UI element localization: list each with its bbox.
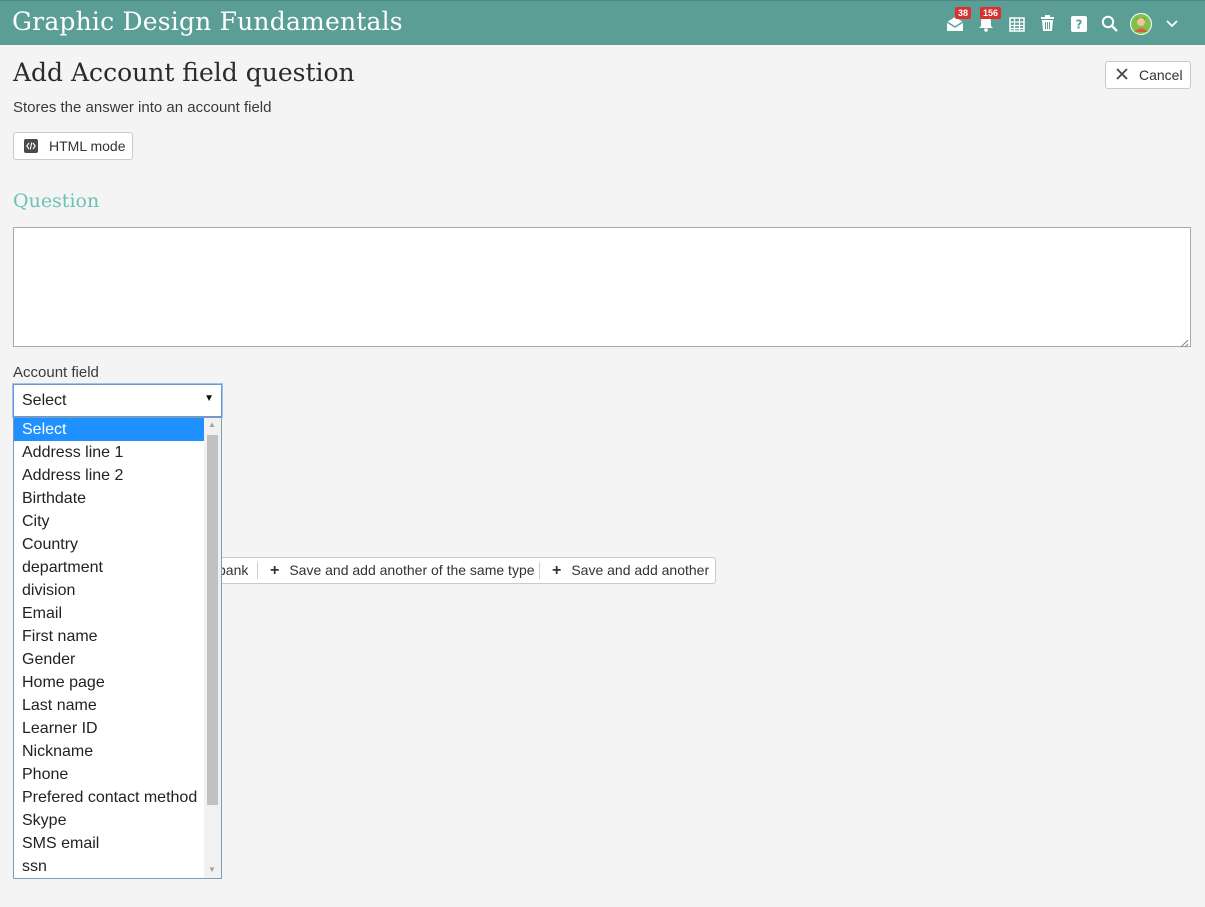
top-icons: 38 156 ?: [939, 1, 1187, 46]
calendar-icon: [1008, 16, 1025, 32]
html-mode-button[interactable]: HTML mode: [13, 132, 133, 160]
notifications-button[interactable]: 156: [970, 1, 1002, 46]
user-menu-toggle[interactable]: [1156, 1, 1187, 46]
svg-text:?: ?: [1075, 17, 1082, 31]
search-icon: [1101, 15, 1118, 32]
account-field-select[interactable]: Select ▼: [13, 384, 222, 417]
action-divider: [257, 562, 258, 579]
save-add-same-type-button[interactable]: + Save and add another of the same type: [270, 558, 535, 583]
plus-icon: +: [270, 562, 280, 579]
save-to-bank-label: bank: [218, 562, 249, 578]
page-title: Add Account field question: [13, 58, 355, 87]
account-field-option[interactable]: Select: [14, 418, 204, 441]
page-subtitle: Stores the answer into an account field: [13, 99, 272, 116]
scroll-thumb[interactable]: [207, 435, 218, 805]
app-title: Graphic Design Fundamentals: [12, 7, 403, 36]
account-field-option[interactable]: Skype: [14, 809, 204, 832]
account-field-option[interactable]: ssn: [14, 855, 204, 878]
account-field-option[interactable]: Address line 2: [14, 464, 204, 487]
save-add-another-label: Save and add another: [571, 562, 710, 578]
dropdown-arrow-icon: ▼: [204, 393, 214, 404]
calendar-button[interactable]: [1001, 1, 1032, 46]
help-button[interactable]: ?: [1063, 1, 1094, 46]
options-scrollbar[interactable]: ▲ ▼: [204, 418, 221, 878]
account-field-option[interactable]: department: [14, 556, 204, 579]
account-field-option[interactable]: Phone: [14, 763, 204, 786]
messages-badge: 38: [955, 7, 972, 19]
account-field-option[interactable]: Last name: [14, 694, 204, 717]
plus-icon: +: [552, 562, 562, 579]
account-field-selected-value: Select: [22, 392, 67, 409]
trash-icon: [1040, 15, 1055, 32]
account-field-option[interactable]: Birthdate: [14, 487, 204, 510]
account-field-option[interactable]: First name: [14, 625, 204, 648]
account-field-option[interactable]: Gender: [14, 648, 204, 671]
save-to-bank-button[interactable]: bank: [218, 558, 248, 583]
account-field-option[interactable]: Learner ID: [14, 717, 204, 740]
avatar: [1129, 12, 1152, 35]
account-field-option[interactable]: Prefered contact method: [14, 786, 204, 809]
trash-button[interactable]: [1032, 1, 1063, 46]
cancel-label: Cancel: [1139, 67, 1183, 83]
messages-button[interactable]: 38: [939, 1, 972, 46]
account-field-option[interactable]: Country: [14, 533, 204, 556]
chevron-down-icon: [1165, 19, 1178, 28]
user-menu-button[interactable]: [1125, 1, 1156, 46]
account-field-option[interactable]: SMS email: [14, 832, 204, 855]
action-divider: [539, 562, 540, 579]
account-field-option[interactable]: Home page: [14, 671, 204, 694]
cancel-button[interactable]: Cancel: [1105, 61, 1191, 89]
account-field-label: Account field: [13, 364, 99, 381]
question-textarea[interactable]: [13, 227, 1191, 347]
search-button[interactable]: [1094, 1, 1125, 46]
resize-grip-icon[interactable]: [1179, 335, 1204, 906]
account-field-option[interactable]: City: [14, 510, 204, 533]
help-icon: ?: [1070, 15, 1087, 32]
scroll-down-arrow-icon[interactable]: ▼: [208, 865, 216, 874]
account-field-option[interactable]: division: [14, 579, 204, 602]
scroll-up-arrow-icon[interactable]: ▲: [208, 420, 216, 429]
save-add-another-button[interactable]: + Save and add another: [552, 558, 709, 583]
html-mode-label: HTML mode: [49, 138, 126, 154]
question-section-title: Question: [13, 190, 100, 212]
account-field-option[interactable]: Address line 1: [14, 441, 204, 464]
top-bar: Graphic Design Fundamentals 38 156 ?: [0, 0, 1205, 45]
account-field-option[interactable]: Email: [14, 602, 204, 625]
account-field-option[interactable]: Nickname: [14, 740, 204, 763]
save-add-same-type-label: Save and add another of the same type: [289, 562, 535, 578]
code-icon: [24, 139, 38, 153]
account-field-options-list[interactable]: ssn SMS email Skype Prefered contact method…: [13, 417, 222, 879]
close-icon: [1116, 67, 1128, 83]
notifications-badge: 156: [980, 7, 1002, 19]
